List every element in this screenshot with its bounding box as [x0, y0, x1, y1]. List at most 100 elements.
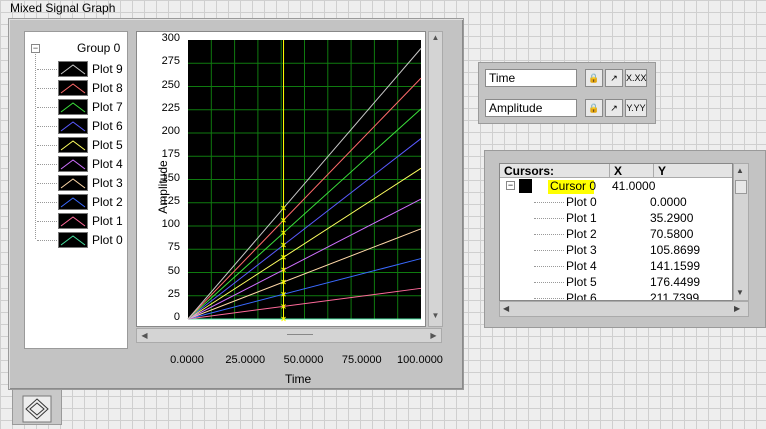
cursor-plot-name: Plot 3 — [566, 243, 597, 257]
y-format-button[interactable]: Y.YY — [625, 99, 647, 117]
legend-item[interactable]: Plot 9 — [37, 60, 127, 79]
tree-branch — [534, 266, 564, 267]
group-label: Group 0 — [77, 41, 121, 55]
plot-swatch-icon[interactable] — [58, 118, 88, 134]
x-tick-label: 0.0000 — [170, 354, 204, 366]
y-tick-label: 75 — [167, 241, 180, 254]
graph-horizontal-scrollbar[interactable]: ◀ ▶ — [136, 328, 442, 343]
legend-item[interactable]: Plot 4 — [37, 155, 127, 174]
legend-item-label: Plot 1 — [92, 214, 123, 228]
x-format-button[interactable]: X.XX — [625, 69, 647, 87]
cursor-vertical-scrollbar[interactable]: ▲ ▼ — [733, 163, 749, 301]
window-title: Mixed Signal Graph — [10, 1, 116, 15]
y-tick-label: 250 — [161, 78, 180, 91]
cursor-plot-row[interactable]: Plot 4 141.1599 — [500, 258, 732, 274]
scroll-left-icon[interactable]: ◀ — [503, 304, 509, 313]
graph-palette[interactable] — [12, 389, 62, 425]
scroll-up-icon[interactable]: ▲ — [430, 33, 441, 46]
plot-swatch-icon[interactable] — [58, 80, 88, 96]
cursor-table[interactable]: Cursors: X Y − Cursor 0 41.0000 Plot 0 0.… — [499, 163, 733, 301]
scale-legend: Time 🔒 ↗ X.XX Amplitude 🔒 ↗ Y.YY — [478, 62, 656, 124]
tree-branch — [37, 88, 57, 89]
tree-line — [35, 54, 36, 239]
scroll-right-icon[interactable]: ▶ — [734, 304, 740, 313]
pan-zoom-icon[interactable] — [13, 390, 63, 426]
cursor-plot-row[interactable]: Plot 5 176.4499 — [500, 274, 732, 290]
scroll-thumb[interactable] — [287, 334, 313, 335]
cursor-plot-row[interactable]: Plot 6 211.7399 — [500, 290, 732, 301]
legend-item-label: Plot 6 — [92, 119, 123, 133]
plot-area[interactable] — [137, 32, 427, 328]
plot-swatch-icon[interactable] — [58, 194, 88, 210]
legend-item[interactable]: Plot 5 — [37, 136, 127, 155]
legend-item[interactable]: Plot 2 — [37, 193, 127, 212]
x-tick-label: 75.0000 — [341, 354, 382, 366]
x-tick-label: 50.0000 — [283, 354, 324, 366]
legend-item[interactable]: Plot 3 — [37, 174, 127, 193]
scroll-down-icon[interactable]: ▼ — [736, 288, 744, 297]
cursor-plot-name: Plot 2 — [566, 227, 597, 241]
x-autoscale-icon[interactable]: ↗ — [605, 69, 623, 87]
plot-swatch-icon[interactable] — [58, 61, 88, 77]
graph-vertical-scrollbar[interactable]: ▲ ▼ — [428, 31, 443, 327]
collapse-icon[interactable]: − — [31, 44, 40, 53]
scroll-down-icon[interactable]: ▼ — [430, 311, 441, 324]
legend-item[interactable]: Plot 1 — [37, 212, 127, 231]
cursor-name[interactable]: Cursor 0 — [550, 179, 596, 193]
legend-item[interactable]: Plot 8 — [37, 79, 127, 98]
legend-item[interactable]: Plot 7 — [37, 98, 127, 117]
cursor-x-value: 41.0000 — [612, 179, 656, 193]
tree-branch — [534, 218, 564, 219]
legend-item[interactable]: Plot 6 — [37, 117, 127, 136]
time-scale-name[interactable]: Time — [485, 69, 577, 87]
cursor-plot-row[interactable]: Plot 2 70.5800 — [500, 226, 732, 242]
column-header-x: X — [610, 164, 654, 178]
plot-swatch-icon[interactable] — [58, 99, 88, 115]
amplitude-scale-name[interactable]: Amplitude — [485, 99, 577, 117]
cursor-y-value: 211.7399 — [650, 291, 700, 301]
lock-icon[interactable]: 🔒 — [585, 69, 603, 87]
cursor-y-value: 176.4499 — [650, 275, 701, 289]
column-header-y: Y — [654, 164, 732, 178]
column-header-cursors: Cursors: — [500, 164, 610, 178]
scroll-thumb[interactable] — [735, 180, 747, 194]
legend-item-label: Plot 2 — [92, 195, 123, 209]
y-autoscale-icon[interactable]: ↗ — [605, 99, 623, 117]
cursor-y-value: 105.8699 — [650, 243, 701, 257]
plot-swatch-icon[interactable] — [58, 232, 88, 248]
plot-swatch-icon[interactable] — [58, 156, 88, 172]
legend-item[interactable]: Plot 0 — [37, 231, 127, 250]
plot-swatch-icon[interactable] — [58, 137, 88, 153]
cursor-plot-row[interactable]: Plot 0 0.0000 — [500, 194, 732, 210]
cursor-plot-name: Plot 4 — [566, 259, 597, 273]
y-tick-label: 275 — [161, 55, 180, 68]
y-tick-label: 50 — [167, 264, 180, 277]
y-tick-label: 200 — [161, 125, 180, 137]
scroll-left-icon[interactable]: ◀ — [138, 330, 151, 341]
cursor-plot-row[interactable]: Plot 1 35.2900 — [500, 210, 732, 226]
plot-swatch-icon[interactable] — [58, 175, 88, 191]
plot-swatch-icon[interactable] — [58, 213, 88, 229]
scroll-right-icon[interactable]: ▶ — [427, 330, 440, 341]
scroll-up-icon[interactable]: ▲ — [736, 166, 744, 175]
cursor-horizontal-scrollbar[interactable]: ◀ ▶ — [499, 301, 749, 317]
tree-branch — [37, 126, 57, 127]
tree-branch — [37, 202, 57, 203]
cursor-y-value: 35.2900 — [650, 211, 694, 225]
y-tick-label: 300 — [161, 32, 180, 44]
tree-branch — [534, 250, 564, 251]
lock-icon[interactable]: 🔒 — [585, 99, 603, 117]
cursor-plot-name: Plot 0 — [566, 195, 597, 209]
tree-branch — [37, 69, 57, 70]
tree-branch — [534, 234, 564, 235]
x-axis-label: Time — [285, 372, 312, 386]
tree-branch — [534, 298, 564, 299]
x-tick-label: 25.0000 — [225, 354, 266, 366]
tree-branch — [37, 164, 57, 165]
collapse-icon[interactable]: − — [506, 181, 515, 190]
cursor-y-value: 141.1599 — [650, 259, 701, 273]
cursor-row[interactable]: − Cursor 0 41.0000 — [500, 178, 732, 194]
plot-legend: − Group 0 Plot 9 Plot 8 Plot 7 Plot 6 Plot 5… — [24, 31, 128, 349]
cursor-plot-row[interactable]: Plot 3 105.8699 — [500, 242, 732, 258]
cursor-plot-name: Plot 6 — [566, 291, 597, 301]
